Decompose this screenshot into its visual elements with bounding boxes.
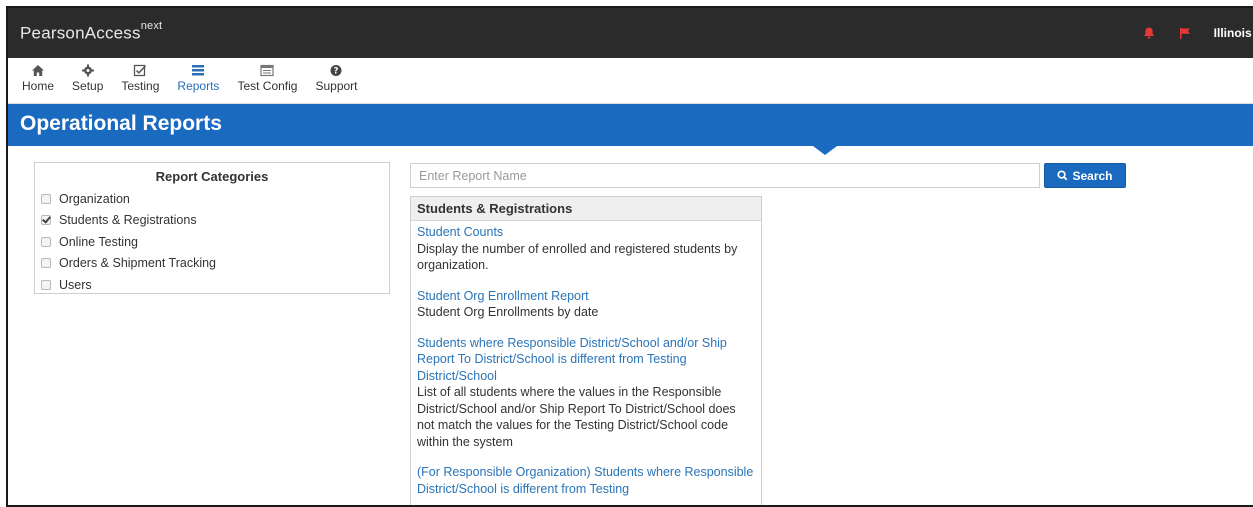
svg-text:?: ? [334, 67, 339, 77]
brand-superscript: next [140, 19, 163, 32]
report-categories-panel: Report Categories Organization Students … [34, 162, 390, 294]
nav-home-label: Home [22, 79, 55, 93]
category-label: Online Testing [59, 234, 138, 249]
report-description: Student Org Enrollments by date [417, 305, 599, 319]
nav-reports[interactable]: Reports [177, 58, 219, 93]
nav-testing[interactable]: Testing [121, 58, 159, 93]
category-label: Users [59, 277, 92, 292]
state-selector[interactable]: Illinois : [1214, 26, 1253, 40]
report-link-responsible-organization[interactable]: (For Responsible Organization) Students … [417, 464, 755, 497]
category-checkbox[interactable] [41, 279, 51, 290]
nav-support[interactable]: ? Support [315, 58, 358, 93]
home-icon [32, 65, 44, 76]
report-description: List of all students where the values in… [417, 385, 736, 449]
category-users[interactable]: Users [35, 274, 389, 296]
categories-title: Report Categories [155, 169, 269, 184]
results-list: Student Counts Display the number of enr… [411, 221, 761, 497]
nav-test-config[interactable]: Test Config [237, 58, 297, 93]
category-label: Students & Registrations [59, 213, 197, 228]
checkbox-icon [134, 64, 147, 77]
header-notch [813, 146, 837, 155]
flag-icon[interactable] [1178, 26, 1192, 40]
page-title: Operational Reports [20, 112, 222, 135]
main-nav: Home Setup Testing Reports Test Config ?… [8, 58, 1253, 104]
search-button-label: Search [1072, 168, 1113, 183]
report-link-student-org-enrollment[interactable]: Student Org Enrollment Report [417, 288, 755, 305]
report-link-responsible-vs-testing[interactable]: Students where Responsible District/Scho… [417, 335, 755, 385]
category-label: Organization [59, 191, 130, 206]
category-students-registrations[interactable]: Students & Registrations [35, 210, 389, 232]
report-description: Display the number of enrolled and regis… [417, 241, 738, 273]
test-config-icon [260, 64, 275, 77]
results-heading: Students & Registrations [411, 197, 761, 221]
list-item: Student Counts Display the number of enr… [417, 224, 755, 274]
category-online-testing[interactable]: Online Testing [35, 231, 389, 253]
search-icon [1057, 170, 1068, 181]
category-checkbox[interactable] [41, 193, 51, 204]
category-orders-shipment[interactable]: Orders & Shipment Tracking [35, 253, 389, 275]
category-label: Orders & Shipment Tracking [59, 256, 217, 271]
category-checkbox-checked[interactable] [41, 215, 51, 226]
list-item: (For Responsible Organization) Students … [417, 464, 755, 497]
bell-icon[interactable] [1142, 26, 1156, 40]
brand-logo[interactable]: PearsonAccessnext [20, 19, 163, 44]
nav-support-label: Support [315, 79, 358, 93]
help-icon: ? [330, 65, 342, 77]
nav-setup-label: Setup [72, 79, 104, 93]
category-checkbox[interactable] [41, 258, 51, 269]
category-organization[interactable]: Organization [35, 188, 389, 210]
list-item: Students where Responsible District/Scho… [417, 335, 755, 451]
gear-icon [81, 64, 94, 77]
report-search-input[interactable] [410, 163, 1040, 188]
app-window: PearsonAccessnext Illinois : Home Setup … [6, 6, 1253, 507]
list-item: Student Org Enrollment Report Student Or… [417, 288, 755, 321]
search-button[interactable]: Search [1044, 163, 1126, 188]
reports-icon [192, 65, 205, 76]
category-checkbox[interactable] [41, 236, 51, 247]
nav-setup[interactable]: Setup [72, 58, 103, 93]
page-header-band: Operational Reports [8, 104, 1253, 146]
top-bar-right: Illinois : [1142, 8, 1253, 58]
report-link-student-counts[interactable]: Student Counts [417, 224, 755, 241]
report-results-panel: Students & Registrations Student Counts … [410, 196, 762, 505]
nav-reports-label: Reports [177, 79, 220, 93]
nav-test-config-label: Test Config [237, 79, 298, 93]
nav-home[interactable]: Home [22, 58, 54, 93]
top-bar: PearsonAccessnext Illinois : [8, 8, 1253, 58]
brand-name: PearsonAccess [20, 23, 141, 43]
nav-testing-label: Testing [121, 79, 160, 93]
